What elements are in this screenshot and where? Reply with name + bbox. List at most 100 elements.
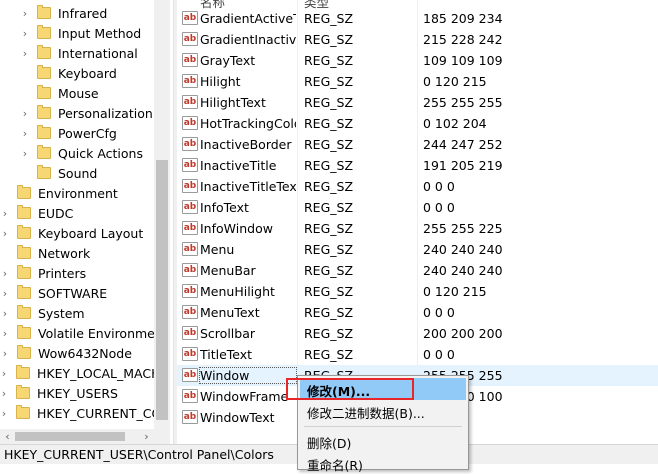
scroll-right-arrow-icon[interactable]: › (139, 429, 154, 444)
tree-scroll-thumb[interactable] (156, 160, 168, 420)
folder-icon (37, 165, 51, 179)
tree-item[interactable]: › Printers (0, 264, 158, 284)
tree-item-label: Input Method (58, 26, 142, 41)
tree-item[interactable]: › Volatile Environment (0, 324, 158, 344)
tree-item-label: System (38, 306, 85, 321)
tree-item-label: HKEY_USERS (37, 386, 118, 401)
value-data: 255 255 225 (423, 221, 503, 236)
value-row[interactable]: ab Scrollbar REG_SZ 200 200 200 (177, 323, 658, 344)
folder-icon (17, 325, 31, 339)
tree-item[interactable]: Sound (0, 164, 158, 184)
reg-string-icon: ab (182, 305, 198, 319)
folder-icon (17, 225, 31, 239)
value-data: 215 228 242 (423, 32, 503, 47)
tree-item[interactable]: Network (0, 244, 158, 264)
value-data: 0 0 0 (423, 347, 455, 362)
chevron-right-icon[interactable]: › (1, 308, 9, 320)
value-row[interactable]: ab MenuText REG_SZ 0 0 0 (177, 302, 658, 323)
tree-item-label: HKEY_CURRENT_CONFIG (37, 406, 158, 421)
tree-item[interactable]: › Quick Actions (0, 144, 158, 164)
value-row[interactable]: ab HilightText REG_SZ 255 255 255 (177, 92, 658, 113)
reg-string-icon: ab (182, 158, 198, 172)
scroll-left-arrow-icon[interactable]: ‹ (0, 429, 15, 444)
chevron-right-icon[interactable]: › (21, 28, 29, 40)
tree-hscroll-thumb[interactable] (15, 432, 125, 441)
chevron-right-icon[interactable]: › (1, 268, 9, 280)
chevron-right-icon[interactable]: › (21, 128, 29, 140)
folder-icon (37, 105, 51, 119)
tree-item[interactable]: › SOFTWARE (0, 284, 158, 304)
tree-item[interactable]: Environment (0, 184, 158, 204)
tree-item-label: Volatile Environment (38, 326, 158, 341)
value-name: InactiveTitleText (200, 179, 296, 194)
context-menu-item[interactable]: 删除(D) (300, 430, 466, 452)
reg-string-icon: ab (182, 116, 198, 130)
tree-item[interactable]: › HKEY_CURRENT_CONFIG (0, 404, 158, 424)
tree-item[interactable]: Mouse (0, 84, 158, 104)
value-row[interactable]: ab HotTrackingColor REG_SZ 0 102 204 (177, 113, 658, 134)
context-menu-item-label: 修改(M)... (307, 384, 371, 399)
tree-item[interactable]: › System (0, 304, 158, 324)
chevron-right-icon[interactable]: › (1, 348, 9, 360)
tree-item-label: Mouse (58, 86, 99, 101)
status-path: HKEY_CURRENT_USER\Control Panel\Colors (4, 447, 274, 462)
value-data: 244 247 252 (423, 137, 503, 152)
registry-tree[interactable]: › Infrared › Input Method › International Keyb… (0, 0, 173, 444)
chevron-right-icon[interactable]: › (0, 388, 8, 400)
tree-item[interactable]: › Personalization (0, 104, 158, 124)
chevron-right-icon[interactable]: › (21, 48, 29, 60)
value-row[interactable]: abGradientInactiveTitle REG_SZ 215 228 242 (177, 29, 658, 50)
tree-item[interactable]: › Input Method (0, 24, 158, 44)
reg-string-icon: ab (182, 368, 198, 382)
context-menu-item[interactable]: 修改二进制数据(B)... (300, 400, 466, 422)
value-row[interactable]: ab InactiveBorder REG_SZ 244 247 252 (177, 134, 658, 155)
reg-string-icon: ab (182, 410, 198, 424)
folder-icon (37, 65, 51, 79)
value-row[interactable]: ab TitleText REG_SZ 0 0 0 (177, 344, 658, 365)
value-row[interactable]: ab MenuHilight REG_SZ 0 120 215 (177, 281, 658, 302)
chevron-right-icon[interactable]: › (21, 8, 29, 20)
tree-item-label: SOFTWARE (38, 286, 108, 301)
value-row[interactable]: ab InfoWindow REG_SZ 255 255 225 (177, 218, 658, 239)
value-row[interactable]: abGradientActiveTitle REG_SZ 185 209 234 (177, 8, 658, 29)
value-data: 240 240 240 (423, 242, 503, 257)
chevron-right-icon[interactable]: › (21, 108, 29, 120)
chevron-right-icon[interactable]: › (0, 368, 8, 380)
value-row[interactable]: ab Hilight REG_SZ 0 120 215 (177, 71, 658, 92)
context-menu-item[interactable]: 重命名(R) (300, 452, 466, 474)
chevron-right-icon[interactable]: › (21, 148, 29, 160)
folder-icon (17, 285, 31, 299)
tree-item[interactable]: › Infrared (0, 4, 158, 24)
value-row[interactable]: ab MenuBar REG_SZ 240 240 240 (177, 260, 658, 281)
value-row[interactable]: ab InactiveTitle REG_SZ 191 205 219 (177, 155, 658, 176)
tree-item[interactable]: Keyboard (0, 64, 158, 84)
value-name: Menu (200, 242, 235, 257)
reg-string-icon: ab (182, 347, 198, 361)
chevron-right-icon[interactable]: › (1, 228, 9, 240)
value-type: REG_SZ (304, 284, 354, 299)
tree-item[interactable]: › Keyboard Layout (0, 224, 158, 244)
context-menu-item[interactable]: 修改(M)... (300, 378, 466, 400)
tree-vertical-scrollbar[interactable] (154, 0, 170, 429)
value-row[interactable]: ab InactiveTitleText REG_SZ 0 0 0 (177, 176, 658, 197)
tree-horizontal-scrollbar[interactable]: ‹ › (0, 429, 154, 444)
value-data: 200 200 200 (423, 326, 503, 341)
tree-item[interactable]: › HKEY_LOCAL_MACHINE (0, 364, 158, 384)
chevron-right-icon[interactable]: › (1, 328, 9, 340)
context-menu-item-label: 重命名(R) (307, 458, 363, 473)
tree-item[interactable]: › EUDC (0, 204, 158, 224)
tree-item[interactable]: › International (0, 44, 158, 64)
value-name: MenuText (200, 305, 260, 320)
value-row[interactable]: ab Menu REG_SZ 240 240 240 (177, 239, 658, 260)
value-data: 0 120 215 (423, 74, 487, 89)
value-name: HilightText (200, 95, 266, 110)
chevron-right-icon[interactable]: › (0, 408, 8, 420)
tree-item[interactable]: › HKEY_USERS (0, 384, 158, 404)
tree-item[interactable]: › Wow6432Node (0, 344, 158, 364)
chevron-right-icon[interactable]: › (1, 208, 9, 220)
value-row[interactable]: ab GrayText REG_SZ 109 109 109 (177, 50, 658, 71)
value-row[interactable]: ab InfoText REG_SZ 0 0 0 (177, 197, 658, 218)
value-name: InfoWindow (200, 221, 273, 236)
chevron-right-icon[interactable]: › (1, 288, 9, 300)
tree-item[interactable]: › PowerCfg (0, 124, 158, 144)
